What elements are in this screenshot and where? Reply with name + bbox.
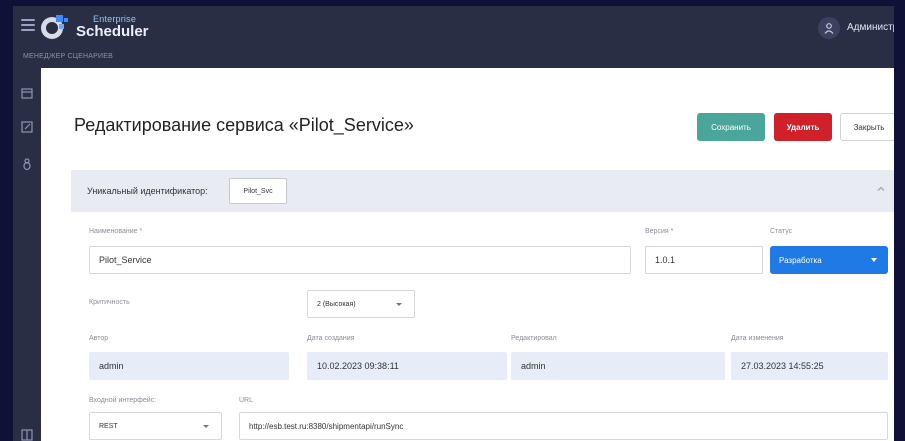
- main-content: Редактирование сервиса «Pilot_Service» С…: [41, 68, 894, 441]
- chevron-up-icon[interactable]: [876, 184, 886, 194]
- author-field: admin: [89, 352, 289, 380]
- bug-icon[interactable]: [20, 157, 34, 171]
- top-bar: Enterprise Scheduler МЕНЕДЖЕР СЦЕНАРИЕВ …: [13, 6, 894, 68]
- close-button[interactable]: Закрыть: [840, 113, 894, 141]
- status-select[interactable]: Разработка: [770, 246, 888, 274]
- user-avatar[interactable]: [818, 17, 840, 39]
- name-label: Наименование *: [89, 228, 143, 235]
- user-icon: [824, 22, 834, 34]
- version-label: Версия *: [645, 228, 674, 235]
- criticality-value: 2 (Высокая): [317, 300, 356, 308]
- identifier-value: Pilot_Svc: [229, 178, 287, 204]
- criticality-label: Критичность: [89, 299, 130, 306]
- modified-field: 27.03.2023 14:55:25: [731, 352, 888, 380]
- url-field[interactable]: http://esb.test.ru:8380/shipmentapi/runS…: [239, 412, 888, 440]
- interface-select[interactable]: REST: [89, 412, 222, 440]
- identifier-panel: Уникальный идентификатор: Pilot_Svc: [71, 170, 894, 212]
- interface-value: REST: [99, 422, 118, 430]
- menu-icon[interactable]: [21, 19, 35, 31]
- status-value: Разработка: [779, 255, 822, 265]
- version-field[interactable]: 1.0.1: [645, 246, 763, 274]
- criticality-select[interactable]: 2 (Высокая): [307, 290, 415, 318]
- url-label: URL: [239, 397, 254, 404]
- save-button[interactable]: Сохранить: [697, 113, 765, 141]
- identifier-label: Уникальный идентификатор:: [87, 186, 208, 196]
- created-field: 10.02.2023 09:38:11: [307, 352, 507, 380]
- edit-icon[interactable]: [20, 120, 34, 134]
- editor-field: admin: [511, 352, 725, 380]
- editor-label: Редактировал: [511, 335, 557, 342]
- page-title: Редактирование сервиса «Pilot_Service»: [74, 115, 414, 135]
- delete-button[interactable]: Удалить: [774, 113, 832, 141]
- status-label: Статус: [770, 228, 793, 235]
- name-field[interactable]: Pilot_Service: [89, 246, 631, 274]
- author-label: Автор: [89, 335, 109, 342]
- chevron-down-icon: [871, 258, 877, 262]
- user-name[interactable]: Администр: [847, 22, 894, 33]
- chevron-down-icon: [396, 303, 402, 306]
- logo-icon: [41, 15, 68, 39]
- sidebar: [13, 68, 41, 441]
- docs-icon[interactable]: [20, 428, 34, 441]
- chevron-down-icon: [203, 425, 209, 428]
- app-window: Enterprise Scheduler МЕНЕДЖЕР СЦЕНАРИЕВ …: [13, 6, 894, 441]
- created-label: Дата создания: [307, 335, 355, 342]
- section-label: МЕНЕДЖЕР СЦЕНАРИЕВ: [23, 53, 113, 60]
- logo-scheduler-text: Scheduler: [76, 23, 149, 40]
- calendar-icon[interactable]: [20, 86, 34, 100]
- interface-label: Входной интерфейс:: [89, 397, 157, 404]
- modified-label: Дата изменения: [731, 335, 784, 342]
